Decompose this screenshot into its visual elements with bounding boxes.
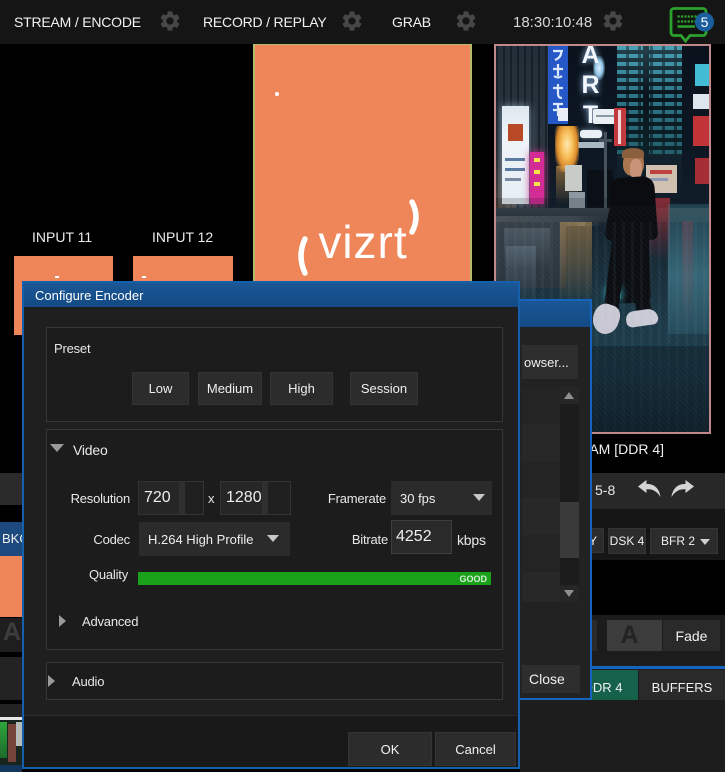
svg-text:vizrt: vizrt <box>318 216 407 268</box>
svg-text:5: 5 <box>701 14 709 30</box>
